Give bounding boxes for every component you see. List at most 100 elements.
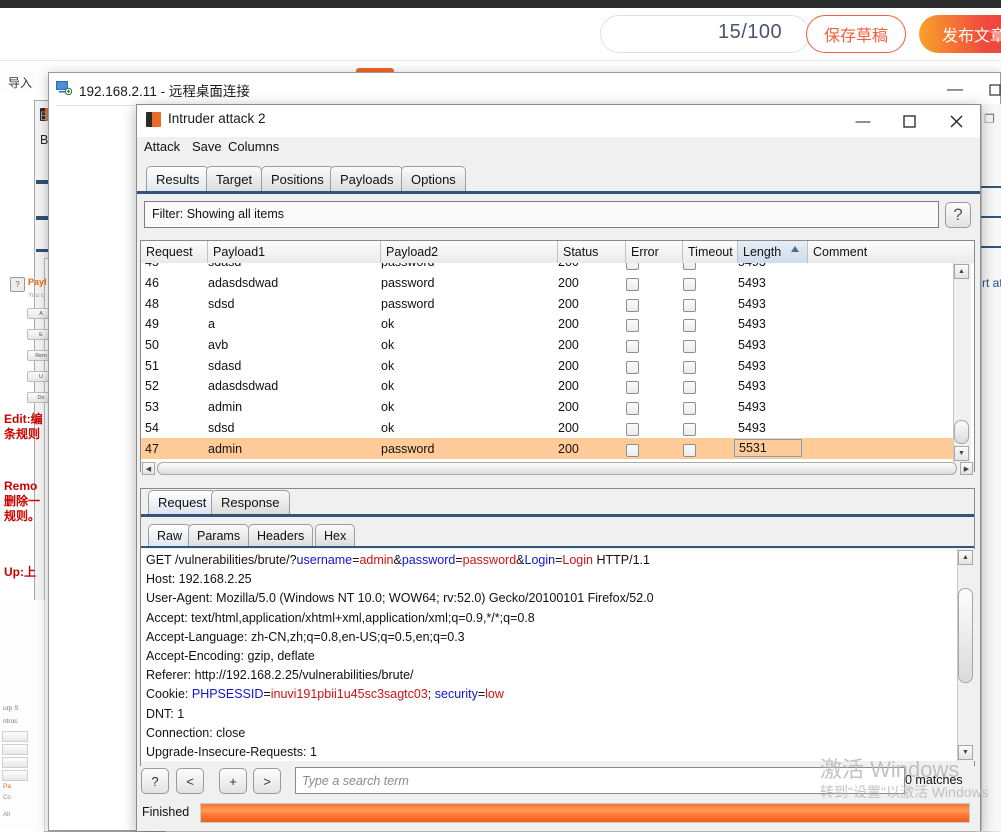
help-icon: ? xyxy=(10,277,25,292)
error-checkbox[interactable] xyxy=(626,263,639,271)
error-checkbox[interactable] xyxy=(626,319,639,333)
menu-columns[interactable]: Columns xyxy=(228,139,279,154)
cell-length: 5493 xyxy=(738,400,766,415)
cell-timeout xyxy=(683,293,696,314)
error-checkbox[interactable] xyxy=(626,443,639,457)
scroll-down-icon[interactable]: ▼ xyxy=(958,745,973,760)
error-checkbox[interactable] xyxy=(626,340,639,354)
maximize-button[interactable] xyxy=(886,105,932,137)
cell-payload1: sdsd xyxy=(208,420,235,435)
article-note-sub: You c xyxy=(28,292,45,299)
timeout-checkbox[interactable] xyxy=(683,443,696,457)
publish-article-button[interactable]: 发布文章 xyxy=(919,15,1001,53)
timeout-checkbox[interactable] xyxy=(683,278,696,292)
table-row[interactable]: 53 admin ok 200 5493 xyxy=(141,396,958,418)
table-row[interactable]: 49 a ok 200 5493 xyxy=(141,314,958,335)
scroll-up-icon[interactable]: ▲ xyxy=(958,550,973,565)
menu-save[interactable]: Save xyxy=(192,139,222,154)
search-next-button[interactable]: > xyxy=(253,768,281,794)
rdp-maximize-button[interactable] xyxy=(980,78,1001,102)
tab-headers[interactable]: Headers xyxy=(248,524,314,547)
rdp-minimize-button[interactable]: — xyxy=(935,78,975,102)
scroll-right-icon[interactable]: ▶ xyxy=(960,462,973,475)
cell-length: 5493 xyxy=(738,338,766,353)
panel-splitter-handle[interactable] xyxy=(540,479,566,510)
column-header-length[interactable]: Length xyxy=(738,241,808,263)
tiny-label-4: Co xyxy=(3,795,11,801)
menu-attack[interactable]: Attack xyxy=(144,139,180,154)
raw-request-line: Cookie: PHPSESSID=inuvi191pbii1u45sc3sag… xyxy=(146,687,504,702)
column-header-payload2[interactable]: Payload2 xyxy=(381,241,558,263)
tab-options[interactable]: Options xyxy=(401,166,466,192)
cell-length-focused[interactable]: 5531 xyxy=(734,439,802,458)
error-checkbox[interactable] xyxy=(626,422,639,436)
import-label[interactable]: 导入 xyxy=(8,74,32,91)
scroll-down-icon[interactable]: ▼ xyxy=(954,446,969,461)
scroll-up-icon[interactable]: ▲ xyxy=(954,264,969,279)
minimize-button[interactable]: — xyxy=(840,105,886,137)
timeout-checkbox[interactable] xyxy=(683,360,696,374)
raw-scroll-thumb[interactable] xyxy=(958,588,973,683)
search-add-button[interactable]: + xyxy=(219,768,247,794)
error-checkbox[interactable] xyxy=(626,278,639,292)
tab-response[interactable]: Response xyxy=(211,490,290,514)
search-prev-button[interactable]: < xyxy=(176,768,204,794)
timeout-checkbox[interactable] xyxy=(683,319,696,333)
raw-request-viewer[interactable]: GET /vulnerabilities/brute/?username=adm… xyxy=(141,549,957,761)
raw-request-line: Upgrade-Insecure-Requests: 1 xyxy=(146,745,317,759)
windows-activation-watermark-line1: 激活 Windows xyxy=(820,757,960,782)
cell-request: 46 xyxy=(145,276,159,291)
save-draft-button[interactable]: 保存草稿 xyxy=(806,15,906,53)
help-icon[interactable]: ? xyxy=(945,202,971,228)
column-header-status[interactable]: Status xyxy=(558,241,626,263)
tab-positions[interactable]: Positions xyxy=(261,166,334,192)
timeout-checkbox[interactable] xyxy=(683,340,696,354)
cell-status: 200 xyxy=(558,400,579,415)
tiny-chip-3 xyxy=(2,757,28,768)
sort-ascending-icon xyxy=(791,246,799,252)
tab-results[interactable]: Results xyxy=(146,166,210,192)
timeout-checkbox[interactable] xyxy=(683,422,696,436)
table-row[interactable]: 48 sdsd password 200 5493 xyxy=(141,293,958,315)
scroll-left-icon[interactable]: ◀ xyxy=(142,462,155,475)
search-input[interactable]: Type a search term xyxy=(295,767,905,794)
column-header-error[interactable]: Error xyxy=(626,241,683,263)
table-row[interactable]: 46 adasdsdwad password 200 5493 xyxy=(141,272,958,294)
table-scroll-thumb[interactable] xyxy=(954,420,969,444)
error-checkbox[interactable] xyxy=(626,298,639,312)
table-row[interactable]: 47 admin password 200 5531 xyxy=(141,438,958,459)
tab-target[interactable]: Target xyxy=(206,166,263,192)
close-button[interactable] xyxy=(932,105,980,137)
tab-raw[interactable]: Raw xyxy=(148,524,192,547)
timeout-checkbox[interactable] xyxy=(683,381,696,395)
tab-params[interactable]: Params xyxy=(188,524,250,547)
cell-payload1: avb xyxy=(208,338,229,353)
article-note-heading: Payl xyxy=(28,277,47,287)
column-header-payload1[interactable]: Payload1 xyxy=(208,241,381,263)
tab-request[interactable]: Request xyxy=(148,490,217,514)
cell-length: 5493 xyxy=(738,317,766,332)
column-header-comment[interactable]: Comment xyxy=(808,241,974,263)
cell-timeout xyxy=(683,314,696,335)
restore-window-icon[interactable]: ❐ xyxy=(984,112,995,126)
table-row[interactable]: 51 sdasd ok 200 5493 xyxy=(141,355,958,377)
tab-hex[interactable]: Hex xyxy=(315,524,356,547)
table-row[interactable]: 45 sdasd password 200 5493 xyxy=(141,263,958,273)
timeout-checkbox[interactable] xyxy=(683,402,696,416)
help-icon[interactable]: ? xyxy=(141,768,169,794)
table-row[interactable]: 50 avb ok 200 5493 xyxy=(141,334,958,356)
column-header-timeout[interactable]: Timeout xyxy=(683,241,738,263)
table-row[interactable]: 52 adasdsdwad ok 200 5493 xyxy=(141,376,958,397)
error-checkbox[interactable] xyxy=(626,402,639,416)
raw-request-line: Accept-Language: zh-CN,zh;q=0.8,en-US;q=… xyxy=(146,629,465,644)
timeout-checkbox[interactable] xyxy=(683,263,696,271)
column-header-request[interactable]: Request xyxy=(141,241,208,263)
tab-payloads[interactable]: Payloads xyxy=(330,166,404,192)
cell-request: 54 xyxy=(145,420,159,435)
table-hscroll-thumb[interactable] xyxy=(157,462,957,475)
error-checkbox[interactable] xyxy=(626,360,639,374)
table-row[interactable]: 54 sdsd ok 200 5493 xyxy=(141,417,958,439)
error-checkbox[interactable] xyxy=(626,381,639,395)
timeout-checkbox[interactable] xyxy=(683,298,696,312)
results-table-body[interactable]: 45 sdasd password 200 5493 46 adasdsdwad passwo… xyxy=(141,263,958,462)
